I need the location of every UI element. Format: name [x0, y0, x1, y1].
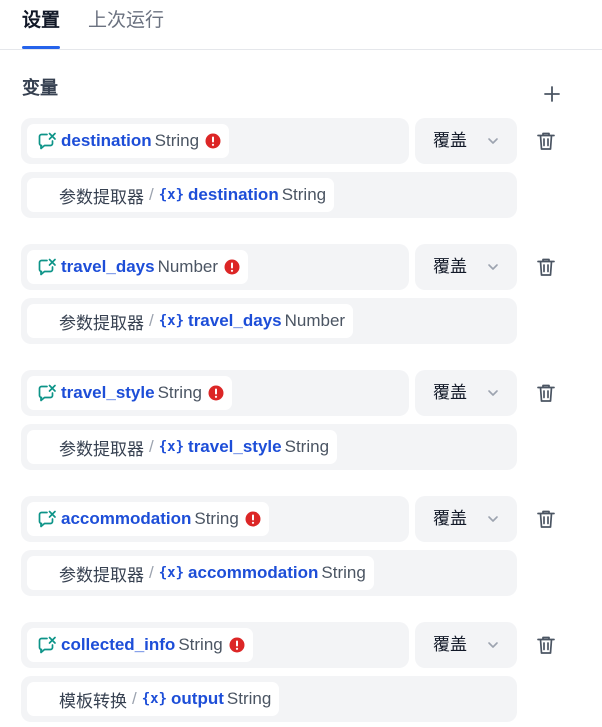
target-variable-type: String	[194, 509, 239, 528]
error-icon	[224, 259, 240, 275]
path-separator: /	[149, 185, 154, 204]
operation-dropdown[interactable]: 覆盖	[415, 622, 517, 668]
source-variable-selector[interactable]: 参数提取器 / {x} travel_days Number	[21, 298, 517, 344]
source-variable-type: Number	[284, 311, 346, 330]
source-node-name: 参数提取器	[59, 187, 144, 207]
section-title: 变量	[22, 78, 58, 98]
variable-assignment-item: accommodation String 覆盖 参数提取器 / {x} acco…	[0, 496, 602, 600]
variable-braces-icon: {x}	[158, 187, 185, 203]
source-variable-name: travel_style	[188, 437, 282, 456]
target-variable-selector[interactable]: collected_info String	[21, 622, 409, 668]
source-variable-name: accommodation	[188, 563, 319, 582]
operation-label: 覆盖	[433, 383, 467, 402]
target-variable-name: travel_days	[61, 257, 155, 276]
source-variable-pill: 参数提取器 / {x} accommodation String	[27, 556, 374, 590]
source-node-name: 参数提取器	[59, 439, 144, 459]
error-icon	[208, 385, 224, 401]
source-node-name: 模板转换	[59, 691, 127, 711]
error-icon	[229, 637, 245, 653]
target-variable-name: collected_info	[61, 635, 176, 654]
operation-dropdown[interactable]: 覆盖	[415, 244, 517, 290]
conversation-variable-icon	[38, 510, 56, 528]
variable-braces-icon: {x}	[158, 439, 185, 455]
source-variable-selector[interactable]: 参数提取器 / {x} accommodation String	[21, 550, 517, 596]
variable-assignment-item: destination String 覆盖 参数提取器 / {x} destin…	[0, 118, 602, 222]
source-variable-pill: 模板转换 / {x} output String	[27, 682, 280, 716]
trash-icon[interactable]	[534, 507, 558, 531]
tab-last-run-label: 上次运行	[88, 10, 165, 31]
conversation-variable-icon	[38, 258, 56, 276]
target-variable-type: String	[178, 635, 223, 654]
operation-dropdown[interactable]: 覆盖	[415, 118, 517, 164]
target-variable-selector[interactable]: destination String	[21, 118, 409, 164]
variable-braces-icon: {x}	[141, 691, 168, 707]
path-separator: /	[149, 311, 154, 330]
trash-icon[interactable]	[534, 381, 558, 405]
target-variable-type: String	[154, 131, 200, 150]
target-variable-pill: accommodation String	[27, 502, 269, 536]
variable-braces-icon: {x}	[158, 313, 185, 329]
tab-last-run[interactable]: 上次运行	[88, 8, 164, 34]
source-variable-pill: 参数提取器 / {x} travel_days Number	[27, 304, 354, 338]
source-variable-pill: 参数提取器 / {x} destination String	[27, 178, 335, 212]
conversation-variable-icon	[38, 636, 56, 654]
chevron-down-icon	[488, 138, 498, 144]
chevron-down-icon	[488, 516, 498, 522]
source-variable-name: destination	[188, 185, 279, 204]
active-tab-indicator	[22, 46, 61, 49]
source-variable-name: travel_days	[188, 311, 282, 330]
error-icon	[205, 133, 221, 149]
chevron-down-icon	[488, 642, 498, 648]
tab-settings-label: 设置	[22, 10, 61, 31]
chevron-down-icon	[488, 390, 498, 396]
target-variable-name: destination	[61, 131, 152, 150]
source-variable-selector[interactable]: 参数提取器 / {x} destination String	[21, 172, 517, 218]
trash-icon[interactable]	[534, 129, 558, 153]
operation-dropdown[interactable]: 覆盖	[415, 496, 517, 542]
trash-icon[interactable]	[534, 255, 558, 279]
error-icon	[245, 511, 261, 527]
target-variable-selector[interactable]: travel_style String	[21, 370, 409, 416]
tab-settings[interactable]: 设置	[22, 8, 61, 49]
target-variable-name: travel_style	[61, 383, 155, 402]
source-variable-name: output	[171, 689, 224, 708]
variable-assignment-item: travel_days Number 覆盖 参数提取器 / {x} travel…	[0, 244, 602, 348]
target-variable-type: Number	[157, 257, 219, 276]
source-node-name: 参数提取器	[59, 565, 144, 585]
plus-icon[interactable]	[540, 82, 564, 106]
variable-assignment-item: collected_info String 覆盖 模板转换 / {x} outp…	[0, 622, 602, 726]
operation-dropdown[interactable]: 覆盖	[415, 370, 517, 416]
target-variable-pill: travel_days Number	[27, 250, 249, 284]
source-variable-type: String	[284, 437, 330, 456]
source-variable-pill: 参数提取器 / {x} travel_style String	[27, 430, 338, 464]
variable-assignment-item: travel_style String 覆盖 参数提取器 / {x} trave…	[0, 370, 602, 474]
target-variable-selector[interactable]: accommodation String	[21, 496, 409, 542]
source-variable-selector[interactable]: 模板转换 / {x} output String	[21, 676, 517, 722]
trash-icon[interactable]	[534, 633, 558, 657]
target-variable-pill: travel_style String	[27, 376, 232, 410]
target-variable-selector[interactable]: travel_days Number	[21, 244, 409, 290]
source-variable-selector[interactable]: 参数提取器 / {x} travel_style String	[21, 424, 517, 470]
source-variable-type: String	[226, 689, 272, 708]
chevron-down-icon	[488, 264, 498, 270]
target-variable-name: accommodation	[61, 509, 192, 528]
operation-label: 覆盖	[433, 131, 467, 150]
tab-bar: 设置 上次运行	[0, 0, 602, 50]
operation-label: 覆盖	[433, 509, 467, 528]
target-variable-pill: destination String	[27, 124, 230, 158]
source-variable-type: String	[281, 185, 327, 204]
source-variable-type: String	[321, 563, 366, 582]
source-node-name: 参数提取器	[59, 313, 144, 333]
operation-label: 覆盖	[433, 635, 467, 654]
target-variable-pill: collected_info String	[27, 628, 253, 662]
target-variable-type: String	[157, 383, 202, 402]
path-separator: /	[149, 437, 154, 456]
path-separator: /	[149, 563, 154, 582]
variable-braces-icon: {x}	[158, 565, 185, 581]
operation-label: 覆盖	[433, 257, 467, 276]
conversation-variable-icon	[38, 384, 56, 402]
conversation-variable-icon	[38, 132, 56, 150]
path-separator: /	[132, 689, 137, 708]
